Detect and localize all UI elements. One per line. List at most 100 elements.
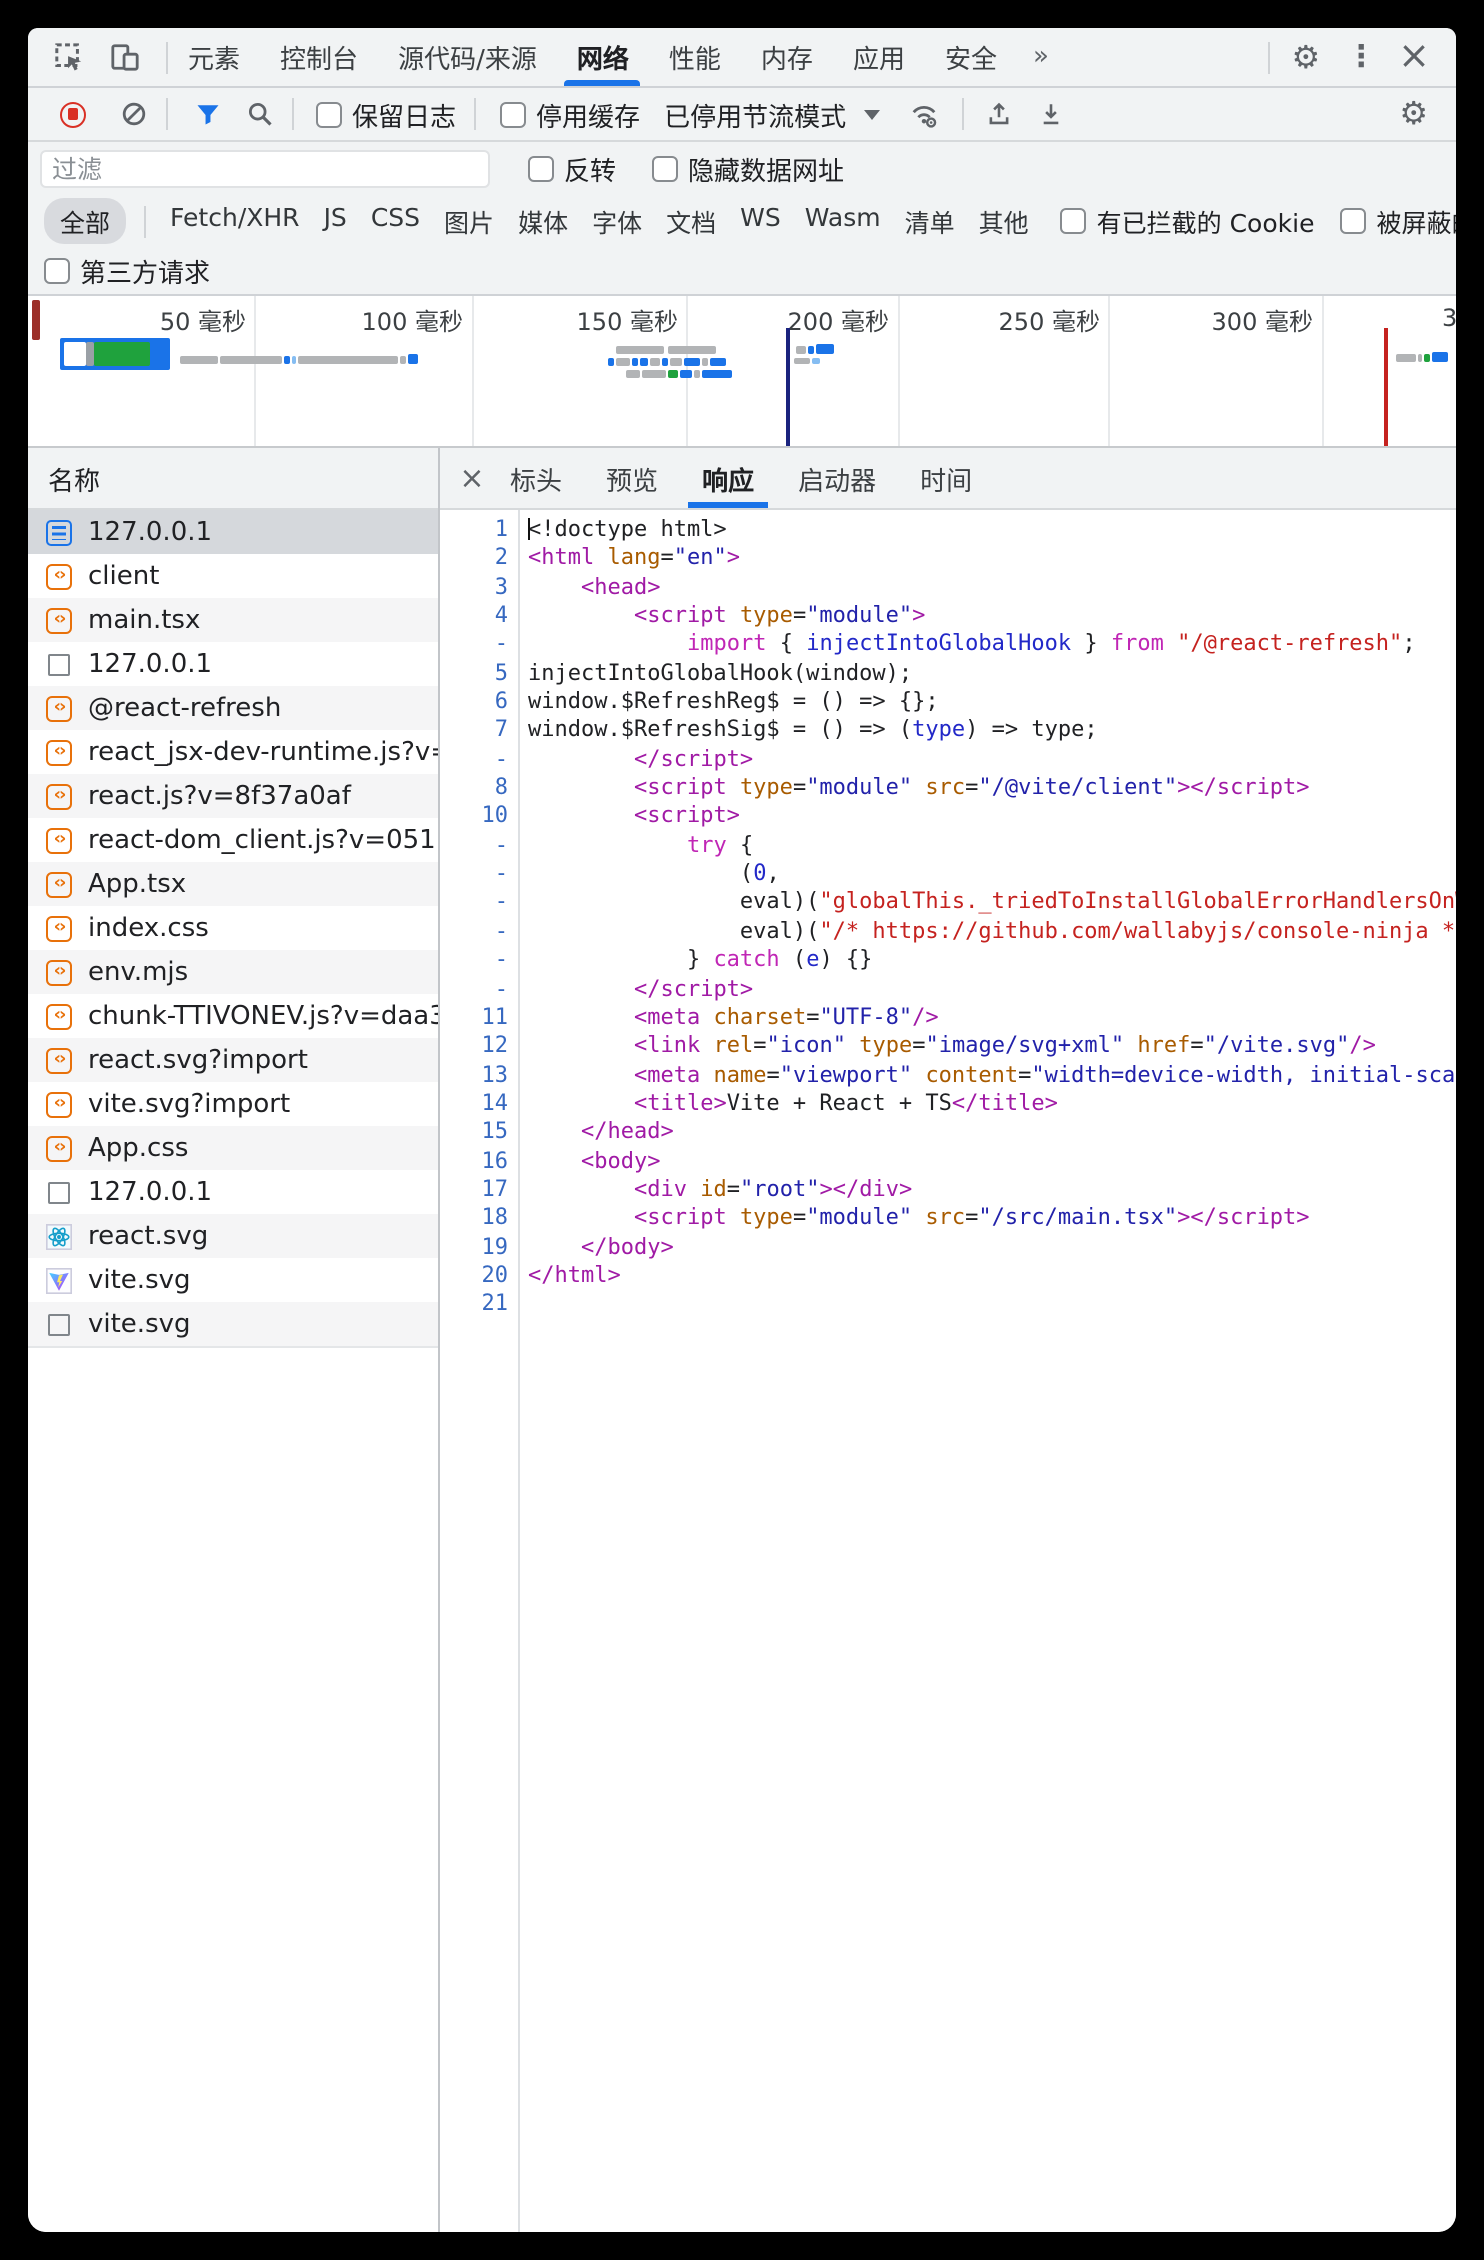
- type-filter-媒体[interactable]: 媒体: [518, 202, 568, 240]
- tab-网络[interactable]: 网络: [557, 28, 649, 86]
- clear-icon[interactable]: [120, 100, 148, 128]
- third-party-row: 第三方请求: [28, 246, 1456, 296]
- type-filter-清单[interactable]: 清单: [905, 202, 955, 240]
- detail-tab-时间[interactable]: 时间: [898, 448, 994, 508]
- request-row[interactable]: ‹›vite.svg?import: [28, 1082, 438, 1126]
- hide-data-urls-checkbox[interactable]: [652, 156, 678, 182]
- line-number: 14: [440, 1090, 518, 1119]
- request-row[interactable]: ‹›App.css: [28, 1126, 438, 1170]
- tab-控制台[interactable]: 控制台: [260, 28, 378, 86]
- preserve-log-checkbox[interactable]: [316, 101, 342, 127]
- tab-元素[interactable]: 元素: [168, 28, 260, 86]
- code-line: 6window.$RefreshReg$ = () => {};: [440, 688, 1456, 717]
- tab-应用[interactable]: 应用: [833, 28, 925, 86]
- requests-header[interactable]: 名称: [28, 448, 438, 510]
- waterfall-bar: [180, 356, 218, 363]
- blocked-requests-label[interactable]: 被屏蔽的请求: [1376, 202, 1456, 240]
- type-filter-CSS[interactable]: CSS: [371, 202, 420, 240]
- third-party-checkbox[interactable]: [44, 257, 70, 283]
- request-row[interactable]: 127.0.0.1: [28, 510, 438, 554]
- detail-tabs: 标头预览响应启动器时间: [488, 448, 994, 508]
- detail-tab-标头[interactable]: 标头: [488, 448, 584, 508]
- type-filter-JS[interactable]: JS: [324, 202, 347, 240]
- type-filter-WS[interactable]: WS: [740, 202, 781, 240]
- request-row[interactable]: ‹›@react-refresh: [28, 686, 438, 730]
- network-settings-gear-icon[interactable]: ⚙: [1399, 98, 1428, 130]
- detail-tab-预览[interactable]: 预览: [584, 448, 680, 508]
- request-row[interactable]: react.svg: [28, 1214, 438, 1258]
- throttling-select[interactable]: 已停用节流模式: [664, 95, 846, 133]
- close-icon[interactable]: ×: [1398, 38, 1430, 76]
- script-icon: ‹›: [46, 959, 72, 985]
- preserve-log-label[interactable]: 保留日志: [352, 95, 456, 133]
- code-line: 21: [440, 1291, 1456, 1320]
- request-row[interactable]: ‹›App.tsx: [28, 862, 438, 906]
- device-toolbar-icon[interactable]: [108, 42, 140, 72]
- detail-tab-响应[interactable]: 响应: [680, 448, 776, 508]
- tab-性能[interactable]: 性能: [649, 28, 741, 86]
- type-filter-Wasm[interactable]: Wasm: [805, 202, 881, 240]
- invert-filter-label[interactable]: 反转: [564, 150, 616, 188]
- export-har-icon[interactable]: [1038, 100, 1064, 128]
- type-filter-其他[interactable]: 其他: [979, 202, 1029, 240]
- settings-gear-icon[interactable]: ⚙: [1291, 41, 1320, 73]
- toolbar-separator: [166, 98, 168, 130]
- tab-内存[interactable]: 内存: [741, 28, 833, 86]
- disable-cache-label[interactable]: 停用缓存: [536, 95, 640, 133]
- type-filter-字体[interactable]: 字体: [592, 202, 642, 240]
- network-conditions-icon[interactable]: [908, 99, 940, 129]
- import-har-icon[interactable]: [986, 100, 1012, 128]
- request-row[interactable]: ‹›env.mjs: [28, 950, 438, 994]
- request-name: react-dom_client.js?v=0511d…: [88, 825, 438, 855]
- network-overview-timeline[interactable]: 50 毫秒100 毫秒150 毫秒200 毫秒250 毫秒300 毫秒3: [28, 296, 1456, 448]
- filter-input[interactable]: [40, 150, 490, 188]
- response-source-view: 1<!doctype html>2<html lang="en">3 <head…: [440, 510, 1456, 2232]
- request-row[interactable]: 127.0.0.1: [28, 642, 438, 686]
- line-number: -: [440, 832, 518, 861]
- close-detail-icon[interactable]: ×: [456, 460, 488, 496]
- type-filter-all[interactable]: 全部: [44, 198, 126, 244]
- request-row[interactable]: ‹›react.js?v=8f37a0af: [28, 774, 438, 818]
- tab-安全[interactable]: 安全: [925, 28, 1017, 86]
- request-row[interactable]: ‹›client: [28, 554, 438, 598]
- detail-tab-启动器[interactable]: 启动器: [776, 448, 898, 508]
- more-tabs-button[interactable]: »: [1017, 28, 1061, 86]
- invert-filter-checkbox[interactable]: [528, 156, 554, 182]
- kebab-menu-icon[interactable]: ⋮: [1346, 42, 1376, 72]
- request-row[interactable]: ‹›react-dom_client.js?v=0511d…: [28, 818, 438, 862]
- code-line: - } catch (e) {}: [440, 946, 1456, 975]
- request-row[interactable]: ‹›index.css: [28, 906, 438, 950]
- disable-cache-checkbox[interactable]: [500, 101, 526, 127]
- request-row[interactable]: ‹›chunk-TTIVONEV.js?v=daa3…: [28, 994, 438, 1038]
- waterfall-bar: [794, 357, 810, 364]
- request-row[interactable]: ‹›react_jsx-dev-runtime.js?v=1…: [28, 730, 438, 774]
- waterfall-bar: [608, 357, 614, 365]
- ruler-gridline: [897, 296, 899, 446]
- requests-panel: 名称 127.0.0.1‹›client‹›main.tsx127.0.0.1‹…: [28, 448, 440, 2232]
- waterfall-bar: [808, 346, 814, 353]
- inspect-cursor-icon[interactable]: [52, 42, 84, 72]
- chevron-down-icon[interactable]: [864, 109, 880, 119]
- request-row[interactable]: ‹›react.svg?import: [28, 1038, 438, 1082]
- type-filter-文档[interactable]: 文档: [666, 202, 716, 240]
- request-row[interactable]: vite.svg: [28, 1302, 438, 1348]
- third-party-label[interactable]: 第三方请求: [80, 251, 210, 289]
- request-row[interactable]: vite.svg: [28, 1258, 438, 1302]
- script-icon: ‹›: [46, 871, 72, 897]
- type-filter-图片[interactable]: 图片: [444, 202, 494, 240]
- search-icon[interactable]: [246, 100, 274, 128]
- waterfall-bar: [1418, 354, 1422, 362]
- waterfall-bar: [220, 356, 282, 363]
- type-filter-Fetch/XHR[interactable]: Fetch/XHR: [170, 202, 300, 240]
- request-row[interactable]: 127.0.0.1: [28, 1170, 438, 1214]
- toolbar-separator: [1267, 41, 1269, 73]
- tab-源代码/来源[interactable]: 源代码/来源: [378, 28, 557, 86]
- blocked-cookies-checkbox[interactable]: [1061, 208, 1087, 234]
- line-number: 16: [440, 1147, 518, 1176]
- request-row[interactable]: ‹›main.tsx: [28, 598, 438, 642]
- filter-funnel-icon[interactable]: [194, 100, 222, 128]
- blocked-requests-checkbox[interactable]: [1340, 208, 1366, 234]
- blocked-cookies-label[interactable]: 有已拦截的 Cookie: [1097, 202, 1315, 240]
- record-network-log-button[interactable]: [60, 101, 86, 127]
- hide-data-urls-label[interactable]: 隐藏数据网址: [688, 150, 844, 188]
